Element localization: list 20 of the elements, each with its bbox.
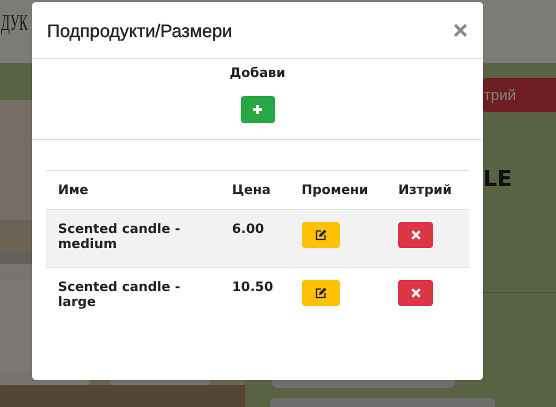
plus-icon: [252, 104, 263, 115]
edit-button[interactable]: [302, 280, 340, 306]
modal-title: Подпродукти/Размери: [47, 20, 232, 42]
delete-button[interactable]: [398, 222, 434, 248]
add-label: Добави: [230, 66, 286, 81]
price-cell: 6.00: [220, 210, 290, 268]
price-cell: 10.50: [220, 268, 290, 326]
logo: ДУК: [1, 10, 28, 36]
name-cell: Scented candle - medium: [46, 210, 220, 268]
delete-button[interactable]: [398, 280, 434, 306]
edit-button[interactable]: [302, 222, 340, 248]
edit-icon: [314, 229, 326, 241]
product-heading: LE: [483, 167, 512, 192]
edit-icon: [314, 287, 326, 299]
name-cell: Scented candle - large: [46, 268, 220, 326]
close-button[interactable]: ×: [452, 17, 468, 43]
delete-button[interactable]: трий: [483, 78, 556, 112]
close-icon: [410, 288, 421, 298]
close-icon: [410, 230, 421, 240]
add-button[interactable]: [240, 96, 274, 123]
